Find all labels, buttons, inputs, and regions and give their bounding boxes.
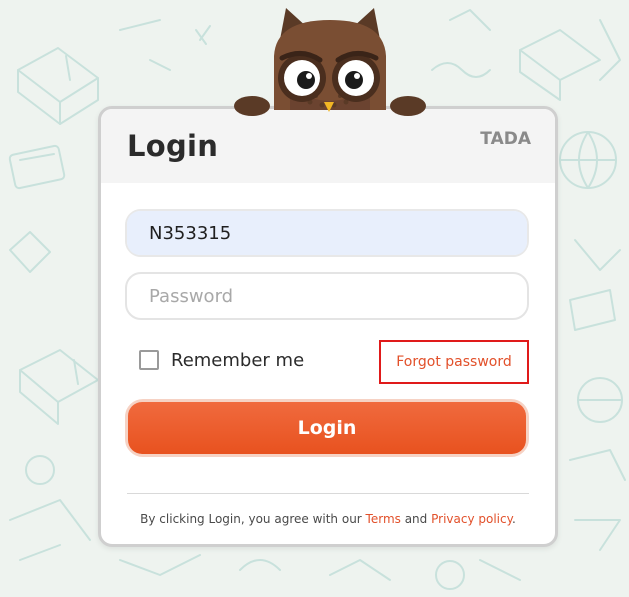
brand-label: TADA — [480, 129, 531, 149]
login-card: Login TADA Remember me Forgot password L… — [98, 106, 558, 547]
agreement-prefix: By clicking Login, you agree with our — [140, 512, 366, 526]
agreement-and: and — [400, 512, 432, 526]
privacy-policy-link[interactable]: Privacy policy — [431, 512, 512, 526]
agreement-suffix: . — [512, 512, 516, 526]
username-input[interactable] — [127, 211, 527, 255]
divider — [127, 493, 529, 494]
username-field — [125, 209, 529, 257]
password-field — [125, 272, 529, 320]
password-input[interactable] — [127, 274, 527, 318]
login-title: Login — [127, 129, 219, 163]
owl-mascot-icon — [234, 8, 426, 116]
remember-me-label: Remember me — [171, 349, 305, 371]
login-button[interactable]: Login — [125, 399, 529, 457]
agreement-text: By clicking Login, you agree with our Te… — [101, 512, 555, 526]
checkbox-unchecked-icon[interactable] — [139, 350, 159, 370]
login-button-label: Login — [128, 402, 526, 454]
terms-link[interactable]: Terms — [366, 512, 401, 526]
forgot-password-link[interactable]: Forgot password — [379, 340, 529, 384]
remember-me-option[interactable]: Remember me — [139, 348, 304, 372]
